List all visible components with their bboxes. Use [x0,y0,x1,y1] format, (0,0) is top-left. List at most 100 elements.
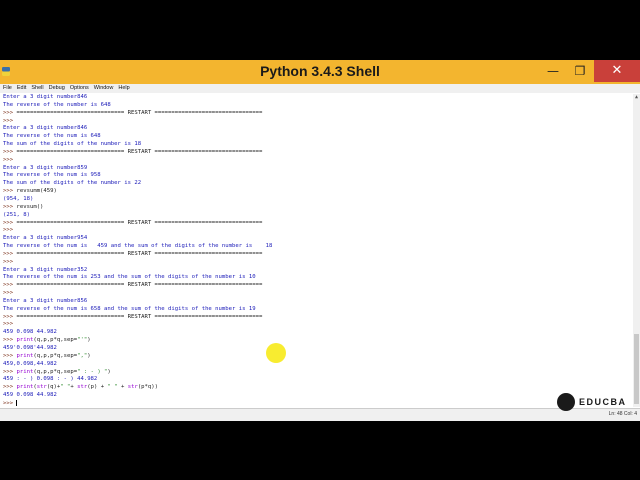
shell-line: 459 0.098 44.982 [0,329,633,337]
watermark: EDUCBA [557,393,627,411]
shell-line: >>> ================================ RES… [0,220,633,228]
shell-line: >>> [0,290,633,298]
menu-options[interactable]: Options [70,84,89,93]
shell-text: "'" [77,337,88,344]
shell-line: >>> ================================ RES… [0,149,633,157]
shell-text: 459 0.098 44.982 [3,329,57,336]
shell-text: The reverse of the num is 253 and the su… [3,274,256,281]
shell-text: (q,p,p*q,sep= [33,352,78,359]
shell-line: Enter a 3 digit number856 [0,298,633,306]
shell-output-area[interactable]: Enter a 3 digit number846 The reverse of … [0,94,633,407]
shell-text: ================================ RESTART… [16,219,263,226]
shell-text: (251, 8) [3,211,30,218]
shell-text: (p) + [87,384,108,391]
menu-shell[interactable]: Shell [31,84,43,93]
shell-line: >>> ================================ RES… [0,282,633,290]
shell-text: Enter a 3 digit number352 [3,266,88,273]
python-shell-window: Python 3.4.3 Shell — ❐ ✕ File Edit Shell De… [0,60,640,421]
shell-text: The sum of the digits of the number is 1… [3,141,142,148]
menu-file[interactable]: File [3,84,12,93]
shell-text: ) [107,368,111,375]
shell-text: 459 0.098 44.982 [3,392,57,399]
menu-debug[interactable]: Debug [49,84,65,93]
maximize-icon: ❐ [574,64,586,78]
shell-prompt: >>> [3,321,17,328]
shell-line: >>> print(q,p,p*q,sep=",") [0,353,633,361]
shell-line: >>> [0,259,633,267]
watermark-text: EDUCBA [579,397,627,407]
shell-prompt: >>> [3,219,17,226]
shell-line: 459 : - ) 0.098 : - ) 44.982 [0,376,633,384]
shell-text: ) [87,337,91,344]
shell-line: The reverse of the num is 459 and the su… [0,243,633,251]
menu-bar: File Edit Shell Debug Options Window Help [0,84,640,93]
close-icon: ✕ [611,63,623,78]
text-caret [16,399,18,406]
mouse-cursor-highlight [266,343,286,363]
shell-text: ================================ RESTART… [16,282,263,289]
menu-help[interactable]: Help [118,84,129,93]
shell-prompt: >>> [3,352,17,359]
scroll-thumb[interactable] [634,334,639,404]
scroll-up-icon[interactable]: ▲ [633,94,640,101]
shell-text: Enter a 3 digit number859 [3,164,88,171]
shell-text: (p*q)) [137,384,159,391]
shell-text: ================================ RESTART… [16,250,263,257]
minimize-icon: — [547,64,559,78]
shell-line: >>> revsumm(459) [0,188,633,196]
shell-line: 459 0.098 44.982 [0,392,633,400]
shell-text: revsumm(459) [16,188,57,195]
shell-line: >>> [0,321,633,329]
shell-prompt: >>> [3,313,17,320]
shell-text: The reverse of the num is 658 and the su… [3,305,256,312]
shell-text: ================================ RESTART… [16,313,263,320]
shell-text: Enter a 3 digit number856 [3,297,88,304]
menu-edit[interactable]: Edit [17,84,26,93]
shell-text: (q,p,p*q,sep= [33,368,78,375]
shell-line: The reverse of the num is 648 [0,133,633,141]
shell-line: >>> ================================ RES… [0,251,633,259]
shell-prompt: >>> [3,156,17,163]
shell-text: ) [87,352,91,359]
shell-line: Enter a 3 digit number954 [0,235,633,243]
shell-line: The sum of the digits of the number is 2… [0,180,633,188]
shell-text: Enter a 3 digit number954 [3,235,88,242]
shell-prompt: >>> [3,282,17,289]
shell-text: The sum of the digits of the number is 2… [3,180,142,187]
shell-text: 459 : - ) 0.098 : - ) 44.982 [3,376,98,383]
shell-line: >>> [0,227,633,235]
shell-text: Enter a 3 digit number846 [3,94,88,100]
shell-line: The reverse of the number is 648 [0,102,633,110]
shell-text: " " [60,384,71,391]
title-bar[interactable]: Python 3.4.3 Shell — ❐ ✕ [0,60,640,84]
menu-window[interactable]: Window [94,84,114,93]
shell-text: Enter a 3 digit number846 [3,125,88,132]
shell-text: The reverse of the num is 648 [3,133,101,140]
status-bar: Ln: 48 Col: 4 [0,408,640,421]
shell-line: >>> [0,399,633,407]
shell-prompt: >>> [3,227,17,234]
shell-line: (251, 8) [0,212,633,220]
shell-line: >>> [0,118,633,126]
shell-line: >>> print(str(q)+" "+ str(p) + " " + str… [0,384,633,392]
vertical-scrollbar[interactable]: ▲ [633,94,640,407]
shell-prompt: >>> [3,337,17,344]
shell-line: The reverse of the num is 958 [0,172,633,180]
shell-line: >>> revsum() [0,204,633,212]
shell-text: str [127,384,138,391]
shell-text: str [77,384,88,391]
minimize-button[interactable]: — [540,60,566,82]
shell-text: revsum() [16,203,44,210]
shell-line: >>> print(q,p,p*q,sep="'") [0,337,633,345]
shell-text: " " [107,384,118,391]
shell-prompt: >>> [3,290,17,297]
shell-prompt: >>> [3,117,17,124]
shell-text: print [16,337,34,344]
close-button[interactable]: ✕ [594,60,640,82]
shell-line: The reverse of the num is 658 and the su… [0,306,633,314]
maximize-button[interactable]: ❐ [567,60,593,82]
shell-text: (q)+ [46,384,61,391]
shell-prompt: >>> [3,368,17,375]
shell-line: Enter a 3 digit number352 [0,267,633,275]
shell-line: >>> print(q,p,p*q,sep=" : - ) ") [0,369,633,377]
